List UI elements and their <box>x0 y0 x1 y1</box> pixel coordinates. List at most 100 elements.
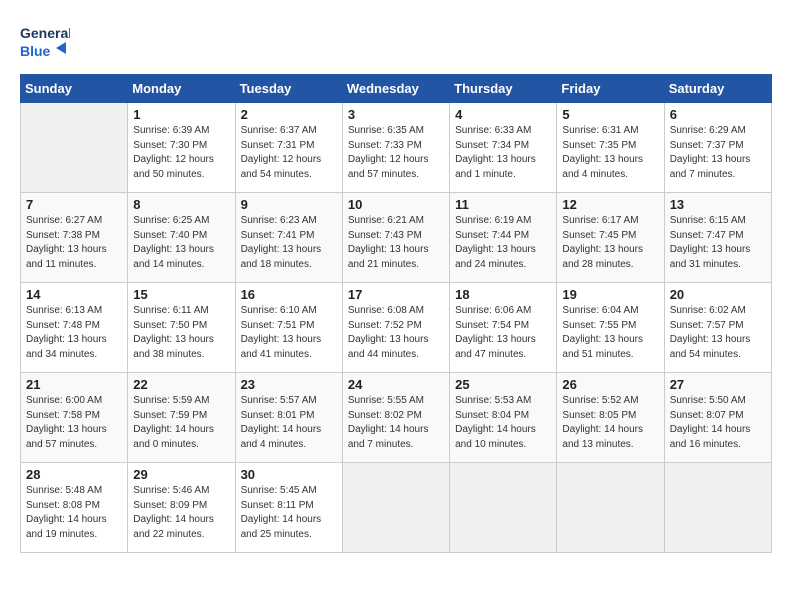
calendar-cell: 28 Sunrise: 5:48 AM Sunset: 8:08 PM Dayli… <box>21 463 128 553</box>
calendar-cell: 8 Sunrise: 6:25 AM Sunset: 7:40 PM Daylig… <box>128 193 235 283</box>
header-saturday: Saturday <box>664 75 771 103</box>
calendar-cell: 23Sunrise: 5:57 AM Sunset: 8:01 PM Dayli… <box>235 373 342 463</box>
logo: General Blue <box>20 20 70 64</box>
logo-svg: General Blue <box>20 20 70 64</box>
calendar-cell <box>450 463 557 553</box>
day-number: 12 <box>562 197 658 212</box>
calendar-cell <box>557 463 664 553</box>
page-header: General Blue <box>20 20 772 64</box>
day-info: Sunrise: 6:21 AM Sunset: 7:43 PM Dayligh… <box>348 214 444 272</box>
day-number: 26 <box>562 377 658 392</box>
header-sunday: Sunday <box>21 75 128 103</box>
calendar-cell: 20Sunrise: 6:02 AM Sunset: 7:57 PM Dayli… <box>664 283 771 373</box>
day-number: 27 <box>670 377 766 392</box>
day-number: 8 <box>133 197 229 212</box>
day-info: Sunrise: 6:15 AM Sunset: 7:47 PM Dayligh… <box>670 214 766 272</box>
day-info: Sunrise: 6:08 AM Sunset: 7:52 PM Dayligh… <box>348 304 444 362</box>
day-number: 21 <box>26 377 122 392</box>
calendar-cell: 16Sunrise: 6:10 AM Sunset: 7:51 PM Dayli… <box>235 283 342 373</box>
day-info: Sunrise: 6:39 AM Sunset: 7:30 PM Dayligh… <box>133 124 229 182</box>
day-info: Sunrise: 5:59 AM Sunset: 7:59 PM Dayligh… <box>133 394 229 452</box>
calendar-cell <box>21 103 128 193</box>
day-number: 16 <box>241 287 337 302</box>
day-info: Sunrise: 6:33 AM Sunset: 7:34 PM Dayligh… <box>455 124 551 182</box>
header-monday: Monday <box>128 75 235 103</box>
calendar-cell: 6 Sunrise: 6:29 AM Sunset: 7:37 PM Daylig… <box>664 103 771 193</box>
day-number: 4 <box>455 107 551 122</box>
day-number: 3 <box>348 107 444 122</box>
day-info: Sunrise: 6:25 AM Sunset: 7:40 PM Dayligh… <box>133 214 229 272</box>
day-info: Sunrise: 6:11 AM Sunset: 7:50 PM Dayligh… <box>133 304 229 362</box>
day-number: 9 <box>241 197 337 212</box>
calendar-cell: 14Sunrise: 6:13 AM Sunset: 7:48 PM Dayli… <box>21 283 128 373</box>
calendar-cell <box>342 463 449 553</box>
day-number: 6 <box>670 107 766 122</box>
calendar-cell: 19 Sunrise: 6:04 AM Sunset: 7:55 PM Dayli… <box>557 283 664 373</box>
calendar-cell: 30 Sunrise: 5:45 AM Sunset: 8:11 PM Dayli… <box>235 463 342 553</box>
day-number: 19 <box>562 287 658 302</box>
calendar-cell: 3 Sunrise: 6:35 AM Sunset: 7:33 PM Daylig… <box>342 103 449 193</box>
day-info: Sunrise: 5:52 AM Sunset: 8:05 PM Dayligh… <box>562 394 658 452</box>
svg-text:General: General <box>20 25 70 41</box>
day-info: Sunrise: 5:46 AM Sunset: 8:09 PM Dayligh… <box>133 484 229 542</box>
calendar-cell: 15Sunrise: 6:11 AM Sunset: 7:50 PM Dayli… <box>128 283 235 373</box>
header-thursday: Thursday <box>450 75 557 103</box>
calendar-cell: 22Sunrise: 5:59 AM Sunset: 7:59 PM Dayli… <box>128 373 235 463</box>
svg-text:Blue: Blue <box>20 43 51 59</box>
day-number: 25 <box>455 377 551 392</box>
day-info: Sunrise: 5:45 AM Sunset: 8:11 PM Dayligh… <box>241 484 337 542</box>
day-info: Sunrise: 6:29 AM Sunset: 7:37 PM Dayligh… <box>670 124 766 182</box>
calendar-cell: 1 Sunrise: 6:39 AM Sunset: 7:30 PM Daylig… <box>128 103 235 193</box>
calendar-cell: 17Sunrise: 6:08 AM Sunset: 7:52 PM Dayli… <box>342 283 449 373</box>
day-info: Sunrise: 6:04 AM Sunset: 7:55 PM Dayligh… <box>562 304 658 362</box>
day-info: Sunrise: 5:48 AM Sunset: 8:08 PM Dayligh… <box>26 484 122 542</box>
day-number: 5 <box>562 107 658 122</box>
calendar-body: 1 Sunrise: 6:39 AM Sunset: 7:30 PM Daylig… <box>21 103 772 553</box>
day-number: 28 <box>26 467 122 482</box>
calendar-cell: 5 Sunrise: 6:31 AM Sunset: 7:35 PM Daylig… <box>557 103 664 193</box>
day-info: Sunrise: 6:23 AM Sunset: 7:41 PM Dayligh… <box>241 214 337 272</box>
day-number: 1 <box>133 107 229 122</box>
day-number: 24 <box>348 377 444 392</box>
day-number: 13 <box>670 197 766 212</box>
calendar-cell: 21 Sunrise: 6:00 AM Sunset: 7:58 PM Dayli… <box>21 373 128 463</box>
day-info: Sunrise: 6:06 AM Sunset: 7:54 PM Dayligh… <box>455 304 551 362</box>
day-info: Sunrise: 6:17 AM Sunset: 7:45 PM Dayligh… <box>562 214 658 272</box>
calendar-week-2: 7 Sunrise: 6:27 AM Sunset: 7:38 PM Daylig… <box>21 193 772 283</box>
day-info: Sunrise: 6:35 AM Sunset: 7:33 PM Dayligh… <box>348 124 444 182</box>
calendar-week-1: 1 Sunrise: 6:39 AM Sunset: 7:30 PM Daylig… <box>21 103 772 193</box>
calendar-cell: 18Sunrise: 6:06 AM Sunset: 7:54 PM Dayli… <box>450 283 557 373</box>
header-friday: Friday <box>557 75 664 103</box>
calendar-cell: 25 Sunrise: 5:53 AM Sunset: 8:04 PM Dayli… <box>450 373 557 463</box>
day-info: Sunrise: 5:53 AM Sunset: 8:04 PM Dayligh… <box>455 394 551 452</box>
day-number: 20 <box>670 287 766 302</box>
day-number: 30 <box>241 467 337 482</box>
calendar-week-3: 14Sunrise: 6:13 AM Sunset: 7:48 PM Dayli… <box>21 283 772 373</box>
day-number: 11 <box>455 197 551 212</box>
calendar-header-row: SundayMondayTuesdayWednesdayThursdayFrid… <box>21 75 772 103</box>
calendar-cell: 10 Sunrise: 6:21 AM Sunset: 7:43 PM Dayli… <box>342 193 449 283</box>
calendar-cell: 11Sunrise: 6:19 AM Sunset: 7:44 PM Dayli… <box>450 193 557 283</box>
calendar-cell: 12 Sunrise: 6:17 AM Sunset: 7:45 PM Dayli… <box>557 193 664 283</box>
header-wednesday: Wednesday <box>342 75 449 103</box>
calendar-week-4: 21 Sunrise: 6:00 AM Sunset: 7:58 PM Dayli… <box>21 373 772 463</box>
calendar-table: SundayMondayTuesdayWednesdayThursdayFrid… <box>20 74 772 553</box>
day-info: Sunrise: 6:00 AM Sunset: 7:58 PM Dayligh… <box>26 394 122 452</box>
day-info: Sunrise: 6:27 AM Sunset: 7:38 PM Dayligh… <box>26 214 122 272</box>
day-number: 2 <box>241 107 337 122</box>
day-info: Sunrise: 5:55 AM Sunset: 8:02 PM Dayligh… <box>348 394 444 452</box>
day-info: Sunrise: 5:57 AM Sunset: 8:01 PM Dayligh… <box>241 394 337 452</box>
header-tuesday: Tuesday <box>235 75 342 103</box>
day-number: 29 <box>133 467 229 482</box>
calendar-cell: 4 Sunrise: 6:33 AM Sunset: 7:34 PM Daylig… <box>450 103 557 193</box>
day-number: 7 <box>26 197 122 212</box>
calendar-cell: 29 Sunrise: 5:46 AM Sunset: 8:09 PM Dayli… <box>128 463 235 553</box>
calendar-cell: 2Sunrise: 6:37 AM Sunset: 7:31 PM Daylig… <box>235 103 342 193</box>
calendar-week-5: 28 Sunrise: 5:48 AM Sunset: 8:08 PM Dayli… <box>21 463 772 553</box>
day-info: Sunrise: 6:31 AM Sunset: 7:35 PM Dayligh… <box>562 124 658 182</box>
calendar-cell: 24 Sunrise: 5:55 AM Sunset: 8:02 PM Dayli… <box>342 373 449 463</box>
calendar-cell: 26 Sunrise: 5:52 AM Sunset: 8:05 PM Dayli… <box>557 373 664 463</box>
day-number: 10 <box>348 197 444 212</box>
calendar-cell: 13 Sunrise: 6:15 AM Sunset: 7:47 PM Dayli… <box>664 193 771 283</box>
day-number: 14 <box>26 287 122 302</box>
